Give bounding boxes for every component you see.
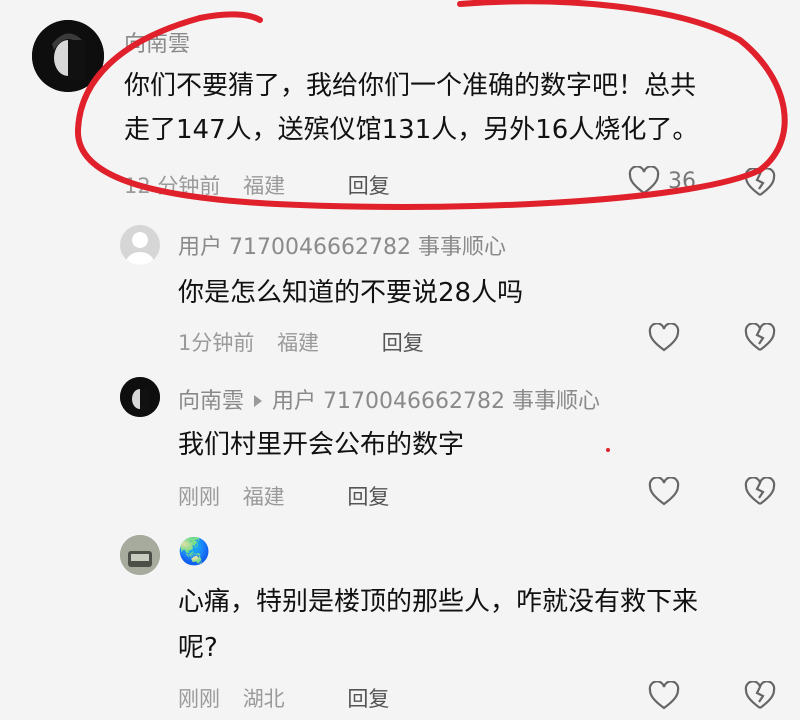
broken-heart-icon bbox=[744, 680, 776, 709]
comment-meta: 12 分钟前 福建 回复 bbox=[124, 170, 406, 200]
reply-button[interactable]: 回复 bbox=[347, 485, 389, 509]
avatar[interactable] bbox=[32, 20, 104, 92]
timestamp: 刚刚 bbox=[178, 687, 220, 711]
comment-text-line: 呢? bbox=[178, 633, 218, 663]
comment-text: 心痛，特别是楼顶的那些人，咋就没有救下来 呢? bbox=[178, 579, 698, 671]
location: 福建 bbox=[242, 485, 285, 509]
username: 向南雲 用户 7170046662782 事事顺心 bbox=[178, 383, 600, 415]
reply-button[interactable]: 回复 bbox=[347, 687, 389, 711]
dislike-button[interactable] bbox=[744, 680, 776, 715]
location: 福建 bbox=[243, 174, 286, 198]
like-button[interactable] bbox=[648, 681, 680, 711]
dislike-button[interactable] bbox=[744, 322, 776, 357]
broken-heart-icon bbox=[744, 167, 776, 196]
location: 湖北 bbox=[242, 687, 285, 711]
comment-text-line: 走了147人，送殡仪馆131人，另外16人烧化了。 bbox=[124, 115, 699, 145]
reply-to-username[interactable]: 用户 7170046662782 事事顺心 bbox=[272, 389, 600, 414]
username[interactable]: 🌏 bbox=[178, 537, 210, 567]
comment-meta: 刚刚 湖北 回复 bbox=[178, 683, 405, 713]
location: 福建 bbox=[277, 331, 320, 355]
comment-text: 我们村里开会公布的数字 bbox=[178, 430, 465, 460]
like-button[interactable] bbox=[648, 323, 680, 353]
arrow-icon bbox=[254, 395, 263, 407]
comment-meta: 刚刚 福建 回复 bbox=[178, 481, 405, 511]
avatar[interactable] bbox=[120, 377, 160, 417]
broken-heart-icon bbox=[744, 476, 776, 505]
username[interactable]: 向南雲 bbox=[124, 26, 190, 58]
dislike-button[interactable] bbox=[744, 476, 776, 511]
broken-heart-icon bbox=[744, 322, 776, 351]
username[interactable]: 用户 7170046662782 事事顺心 bbox=[178, 229, 506, 261]
comment-text-line: 心痛，特别是楼顶的那些人，咋就没有救下来 bbox=[178, 587, 699, 617]
like-button[interactable] bbox=[648, 477, 680, 507]
timestamp: 1分钟前 bbox=[178, 331, 255, 355]
comment-2: 用户 7170046662782 事事顺心 你是怎么知道的不要说28人吗 1分钟… bbox=[0, 215, 800, 365]
comment-text: 你们不要猜了，我给你们一个准确的数字吧！总共 走了147人，送殡仪馆131人，另… bbox=[124, 64, 698, 152]
comment-1: 向南雲 你们不要猜了，我给你们一个准确的数字吧！总共 走了147人，送殡仪馆13… bbox=[0, 0, 800, 215]
comment-4: 🌏 心痛，特别是楼顶的那些人，咋就没有救下来 呢? 刚刚 湖北 回复 bbox=[0, 525, 800, 720]
like-button[interactable]: 36 bbox=[628, 166, 696, 196]
heart-icon bbox=[648, 681, 680, 710]
reply-button[interactable]: 回复 bbox=[382, 331, 424, 355]
comment-text: 你是怎么知道的不要说28人吗 bbox=[178, 278, 524, 308]
comment-meta: 1分钟前 福建 回复 bbox=[178, 327, 440, 357]
heart-icon bbox=[648, 477, 680, 506]
annotation-dot bbox=[606, 448, 610, 452]
timestamp: 12 分钟前 bbox=[124, 174, 221, 198]
reply-button[interactable]: 回复 bbox=[348, 174, 390, 198]
avatar[interactable] bbox=[120, 225, 160, 265]
dislike-button[interactable] bbox=[744, 167, 776, 202]
heart-icon bbox=[648, 323, 680, 352]
username-link[interactable]: 向南雲 bbox=[178, 389, 244, 414]
like-count: 36 bbox=[668, 168, 696, 194]
comment-text-line: 你们不要猜了，我给你们一个准确的数字吧！总共 bbox=[124, 71, 697, 101]
heart-icon bbox=[628, 166, 660, 195]
timestamp: 刚刚 bbox=[178, 485, 220, 509]
avatar[interactable] bbox=[120, 535, 160, 575]
comment-3: 向南雲 用户 7170046662782 事事顺心 我们村里开会公布的数字 刚刚 … bbox=[0, 365, 800, 525]
